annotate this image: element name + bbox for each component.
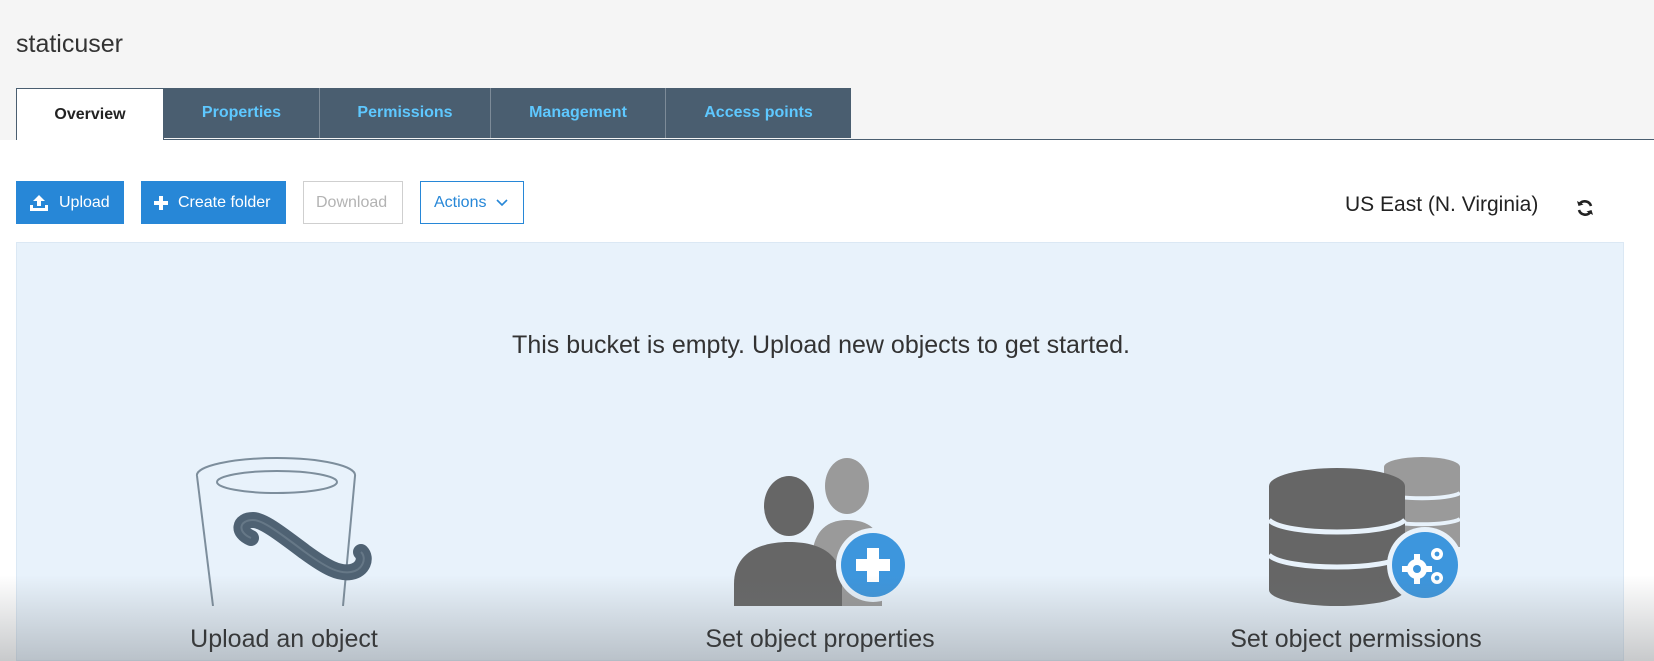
download-label: Download: [316, 193, 388, 211]
actions-label: Actions: [434, 193, 487, 211]
empty-bucket-panel: This bucket is empty. Upload new objects…: [16, 242, 1624, 661]
card-properties-label: Set object properties: [705, 625, 935, 653]
download-button[interactable]: Download: [303, 181, 403, 224]
database-gear-icon: [1265, 456, 1465, 606]
upload-icon: [29, 194, 49, 212]
bucket-icon: [193, 456, 373, 607]
tab-management[interactable]: Management: [491, 88, 666, 138]
tab-overview[interactable]: Overview: [16, 88, 164, 140]
plus-icon: [154, 195, 168, 210]
refresh-icon[interactable]: [1574, 197, 1596, 219]
card-permissions-label: Set object permissions: [1230, 625, 1482, 653]
actions-dropdown[interactable]: Actions: [420, 181, 524, 224]
upload-button[interactable]: Upload: [16, 181, 124, 224]
tab-access-points[interactable]: Access points: [666, 88, 851, 138]
chevron-down-icon: [496, 198, 509, 207]
create-folder-label: Create folder: [178, 193, 271, 211]
users-add-icon: [730, 456, 926, 606]
empty-bucket-message: This bucket is empty. Upload new objects…: [512, 331, 1130, 359]
create-folder-button[interactable]: Create folder: [141, 181, 286, 224]
bucket-title: staticuser: [16, 30, 123, 58]
tab-permissions[interactable]: Permissions: [320, 88, 491, 138]
tab-bar: Overview Properties Permissions Manageme…: [16, 88, 851, 140]
toolbar: Upload Create folder Download Actions: [16, 181, 524, 224]
region-label: US East (N. Virginia): [1345, 193, 1539, 216]
card-upload-label: Upload an object: [190, 625, 378, 653]
upload-label: Upload: [59, 193, 110, 211]
tab-properties[interactable]: Properties: [164, 88, 320, 138]
